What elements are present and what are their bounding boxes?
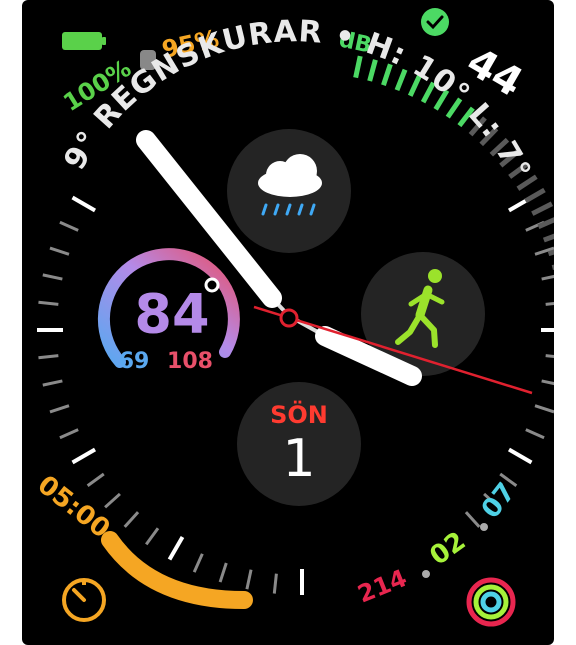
dial-tick	[545, 354, 554, 358]
weather-high: H: 10°	[362, 26, 477, 112]
dial-tick	[541, 379, 554, 386]
calendar-day: 1	[282, 429, 315, 489]
weather-low: L: 7°	[461, 97, 537, 186]
dial-tick	[272, 573, 278, 594]
dial-tick	[464, 511, 481, 528]
dial-tick	[42, 273, 63, 281]
heart-rate-complication[interactable]: 84 69 108	[97, 248, 240, 374]
dial-tick	[59, 428, 79, 440]
noise-meter-bar	[551, 264, 554, 271]
noise-meter-bar	[542, 233, 554, 243]
timer-label: 05:00	[32, 470, 116, 545]
activity-exercise-value: 02	[424, 526, 471, 572]
dial-tick	[167, 535, 185, 561]
dial-tick	[38, 300, 59, 306]
weather-complication[interactable]	[227, 129, 351, 253]
watch-screen: 100% 95% dB 44 9° REGNSKURAR • H: 10° L:…	[22, 0, 554, 645]
dial-tick	[534, 404, 554, 414]
dial-tick	[59, 220, 79, 232]
noise-meter-bar	[353, 55, 363, 79]
dial-tick	[507, 447, 533, 465]
weather-temp: 9°	[57, 124, 107, 175]
dial-tick	[71, 447, 97, 465]
calendar-weekday: SÖN	[270, 399, 328, 429]
dial-tick	[525, 428, 545, 440]
heart-rate-high: 108	[167, 349, 213, 374]
noise-meter-bar	[531, 201, 554, 216]
dial-tick	[192, 553, 204, 573]
dial-tick	[104, 492, 121, 509]
dial-tick	[145, 527, 160, 546]
dial-tick	[38, 354, 59, 360]
heart-rate-low: 69	[119, 349, 150, 374]
activity-complication[interactable]: 214 02 07	[354, 477, 522, 627]
dial-tick	[49, 246, 70, 256]
dial-tick	[86, 472, 105, 487]
dial-tick	[218, 562, 228, 583]
battery-icon	[62, 32, 102, 50]
dial-tick	[123, 511, 140, 528]
watch-face: 100% 95% dB 44 9° REGNSKURAR • H: 10° L:…	[32, 8, 554, 627]
dial-tick	[49, 404, 70, 414]
heart-rate-value: 84	[134, 283, 209, 346]
activity-rings-icon	[466, 577, 516, 627]
dial-tick	[541, 274, 554, 281]
dial-tick	[42, 379, 63, 387]
noise-ok-icon	[421, 8, 449, 36]
calendar-complication[interactable]: SÖN 1	[237, 382, 361, 506]
phone-battery-complication	[62, 32, 106, 50]
timer-complication[interactable]: 05:00	[32, 470, 253, 622]
dial-tick	[245, 569, 253, 590]
noise-meter-bar	[524, 187, 546, 204]
activity-move-value: 214	[354, 564, 411, 609]
timer-icon	[62, 578, 106, 622]
dial-tick	[545, 302, 554, 306]
dial-tick	[71, 195, 97, 213]
